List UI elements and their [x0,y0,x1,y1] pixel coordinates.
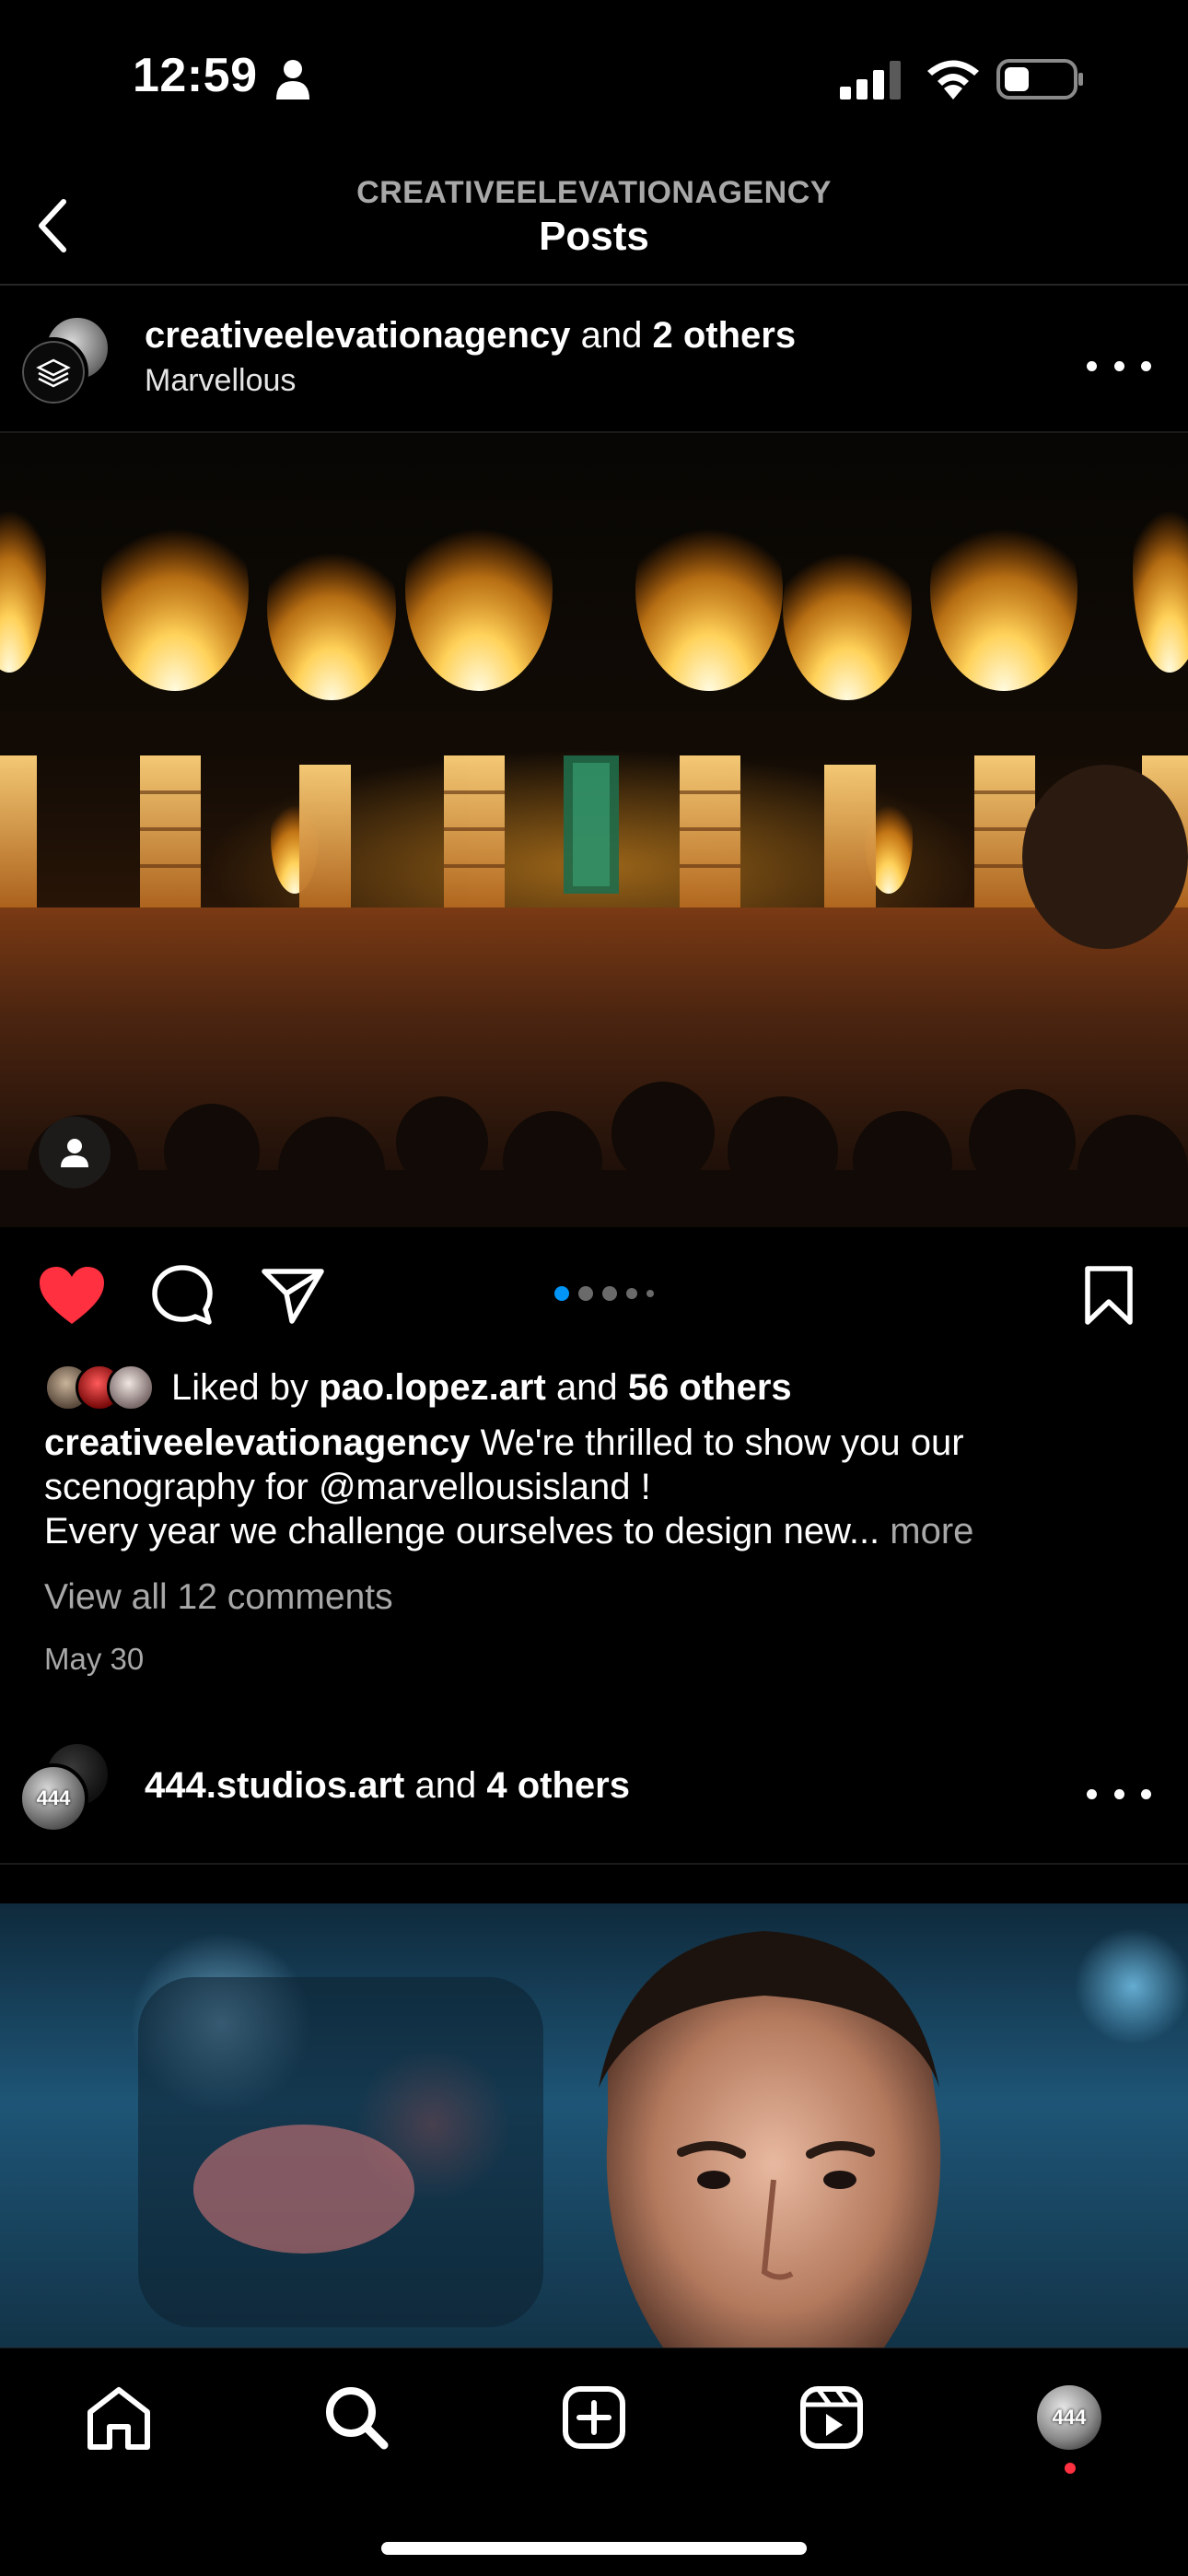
portrait-image [138,1931,941,2348]
wifi-icon [927,60,979,100]
tab-reels[interactable] [790,2376,873,2459]
person-icon [61,1139,88,1167]
concert-stage-image [0,470,1188,1227]
person-icon [276,60,309,100]
view-comments-link[interactable]: View all 12 comments [44,1577,393,1618]
comment-button[interactable] [146,1262,219,1329]
caption-username[interactable]: creativeelevationagency [44,1423,470,1463]
status-bar: 12:59 [0,0,1188,147]
collab-connector: and [580,315,643,356]
likes-connector: and [555,1366,618,1408]
post-author-username[interactable]: 444.studios.art [145,1765,404,1806]
caption-text-2: Every year we challenge ourselves to des… [44,1511,880,1551]
reels-icon [800,2386,863,2449]
post-author-line: 444.studios.art and 4 others [145,1765,630,1807]
avatar: 444 [18,1763,88,1833]
post-image[interactable] [0,1903,1188,2348]
comment-icon [152,1265,213,1325]
status-time: 12:59 [133,49,258,102]
dot [1141,1788,1151,1799]
likes-prefix: Liked by [171,1366,309,1408]
carousel-dot [646,1290,654,1297]
battery-icon [996,59,1083,100]
profile-avatar: 444 [1037,2385,1101,2450]
collab-avatars[interactable] [18,315,111,407]
plus-square-icon [563,2386,625,2449]
dot [1113,360,1124,371]
carousel-dot [578,1286,593,1301]
save-button[interactable] [1072,1262,1146,1329]
tab-create[interactable] [553,2376,635,2459]
bookmark-icon [1085,1266,1133,1325]
likes-others[interactable]: 56 others [628,1367,792,1408]
post-location[interactable]: Marvellous [145,363,296,399]
notification-dot [1065,2463,1076,2474]
dot [1113,1788,1124,1799]
more-options-button[interactable] [1087,352,1151,380]
share-button[interactable] [256,1262,330,1329]
post-header: 444 444.studios.art and 4 others [0,1728,1188,1865]
carousel-dot-active [554,1286,569,1301]
dot [1087,360,1097,371]
collab-connector: and [414,1765,477,1806]
cellular-signal-icon [840,61,901,100]
collab-others-link[interactable]: 2 others [652,315,796,356]
dot [1141,360,1151,371]
profile-avatar-text: 444 [1052,2406,1087,2429]
nav-header: CREATIVEELEVATIONAGENCY Posts [0,147,1188,286]
like-button[interactable] [35,1262,109,1329]
tagged-people-button[interactable] [39,1117,111,1188]
collab-avatars[interactable]: 444 [18,1741,111,1833]
post-author-line: creativeelevationagency and 2 others [145,315,796,357]
tab-search[interactable] [315,2376,398,2459]
carousel-dot [626,1288,637,1299]
caption-more-link[interactable]: more [890,1511,973,1551]
likes-summary[interactable]: Liked by pao.lopez.art and 56 others [44,1362,792,1413]
search-icon [326,2387,389,2450]
carousel-indicator [554,1286,654,1301]
avatar [18,337,88,407]
avatar-text: 444 [36,1786,71,1809]
heart-filled-icon [40,1267,104,1324]
liker-username[interactable]: pao.lopez.art [319,1367,546,1408]
collab-others-link[interactable]: 4 others [486,1765,630,1806]
home-icon [87,2387,150,2450]
post-image[interactable] [0,433,1188,1227]
avatar [107,1364,155,1411]
agency-logo-icon [36,358,71,388]
page-title: Posts [539,214,649,259]
likes-text: Liked by pao.lopez.art and 56 others [171,1367,792,1409]
tab-bar: 444 [0,2348,1188,2576]
post-actions [0,1227,1188,1356]
post-date: May 30 [44,1642,145,1676]
account-name: CREATIVEELEVATIONAGENCY [356,175,832,210]
post-author-username[interactable]: creativeelevationagency [145,315,570,356]
more-options-button[interactable] [1087,1780,1151,1808]
home-indicator[interactable] [381,2542,807,2555]
post-caption: creativeelevationagency We're thrilled t… [44,1421,1149,1553]
carousel-dot [602,1286,617,1301]
post-header: creativeelevationagency and 2 others Mar… [0,287,1188,433]
tab-home[interactable] [77,2376,160,2459]
send-icon [262,1269,324,1324]
dot [1087,1788,1097,1799]
tab-profile[interactable]: 444 [1028,2376,1111,2459]
